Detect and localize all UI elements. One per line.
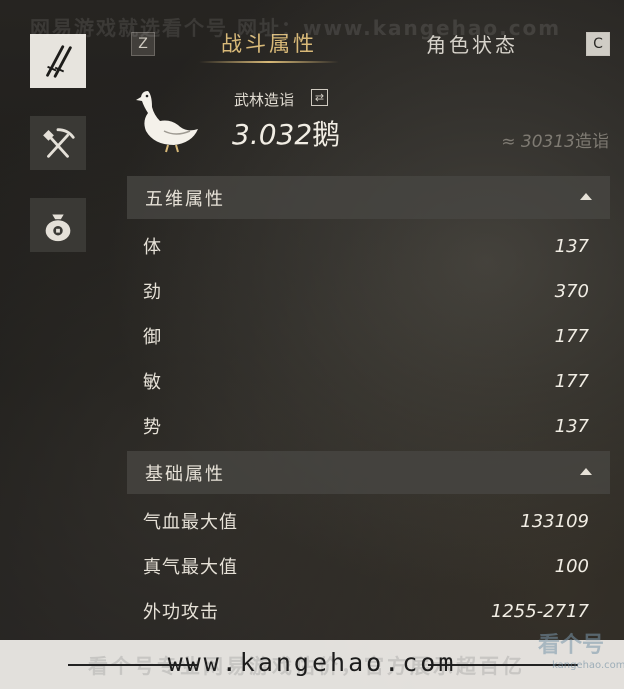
rank-unit: 鹅 [312, 118, 341, 151]
swap-icon[interactable]: ⇄ [311, 89, 328, 106]
collapse-caret-icon[interactable] [580, 193, 592, 200]
stat-label: 外功攻击 [143, 602, 219, 623]
stat-label: 劲 [143, 282, 162, 303]
stat-label: 势 [143, 417, 162, 438]
stat-value: 137 [554, 415, 589, 437]
section-header-basic[interactable]: 基础属性 [127, 451, 610, 494]
equiv-value: 30313 [520, 132, 575, 152]
watermark-url: www.kangehao.com [167, 648, 457, 677]
equiv-unit: 造诣 [575, 132, 609, 152]
stat-label: 体 [143, 237, 162, 258]
sidebar-item-life-skills[interactable] [30, 116, 86, 170]
stat-value: 133109 [520, 510, 589, 532]
stat-row: 敏 177 [143, 366, 589, 396]
goose-icon [136, 91, 198, 153]
sidebar [30, 34, 86, 280]
stat-value: 1255-2717 [490, 600, 589, 622]
stat-row: 劲 370 [143, 276, 589, 306]
sidebar-item-combat[interactable] [30, 34, 86, 88]
collapse-caret-icon[interactable] [580, 468, 592, 475]
stat-value: 137 [554, 235, 589, 257]
watermark-logo-sub: kangehao.com [552, 660, 624, 671]
section-title-basic: 基础属性 [145, 463, 225, 485]
watermark-logo: 看个号 [538, 633, 605, 658]
stat-row: 御 177 [143, 321, 589, 351]
stat-row: 势 137 [143, 411, 589, 441]
stat-row: 真气最大值 100 [143, 551, 589, 581]
equiv-prefix: ≈ [501, 132, 516, 152]
money-bag-icon [45, 214, 71, 242]
rank-value: 3.032鹅 [232, 113, 340, 153]
section-header-five-dims[interactable]: 五维属性 [127, 176, 610, 219]
next-tab-key-hint[interactable]: C [586, 32, 610, 56]
rank-label: 武林造诣 [234, 91, 295, 109]
stat-label: 气血最大值 [143, 512, 238, 533]
rank-equivalent: ≈ 30313造诣 [501, 127, 609, 152]
sidebar-item-wealth[interactable] [30, 198, 86, 252]
crossed-swords-icon [46, 45, 72, 78]
tab-bar: Z 战斗属性 角色状态 C [127, 26, 610, 63]
stat-row: 外功攻击 1255-2717 [143, 596, 589, 626]
stat-label: 敏 [143, 372, 162, 393]
stat-label: 真气最大值 [143, 557, 238, 578]
stat-row: 体 137 [143, 231, 589, 261]
pickaxe-shovel-icon [43, 128, 75, 158]
rank-number: 3.032 [232, 118, 313, 151]
tab-combat-attributes[interactable]: 战斗属性 [199, 26, 339, 63]
stat-value: 370 [554, 280, 589, 302]
section-title-five-dims: 五维属性 [145, 188, 225, 210]
prev-tab-key-hint[interactable]: Z [131, 32, 155, 56]
stat-row: 气血最大值 133109 [143, 506, 589, 536]
stat-label: 御 [143, 327, 162, 348]
stat-value: 100 [554, 555, 589, 577]
stat-value: 177 [554, 370, 589, 392]
tab-character-status[interactable]: 角色状态 [412, 26, 532, 60]
stat-value: 177 [554, 325, 589, 347]
